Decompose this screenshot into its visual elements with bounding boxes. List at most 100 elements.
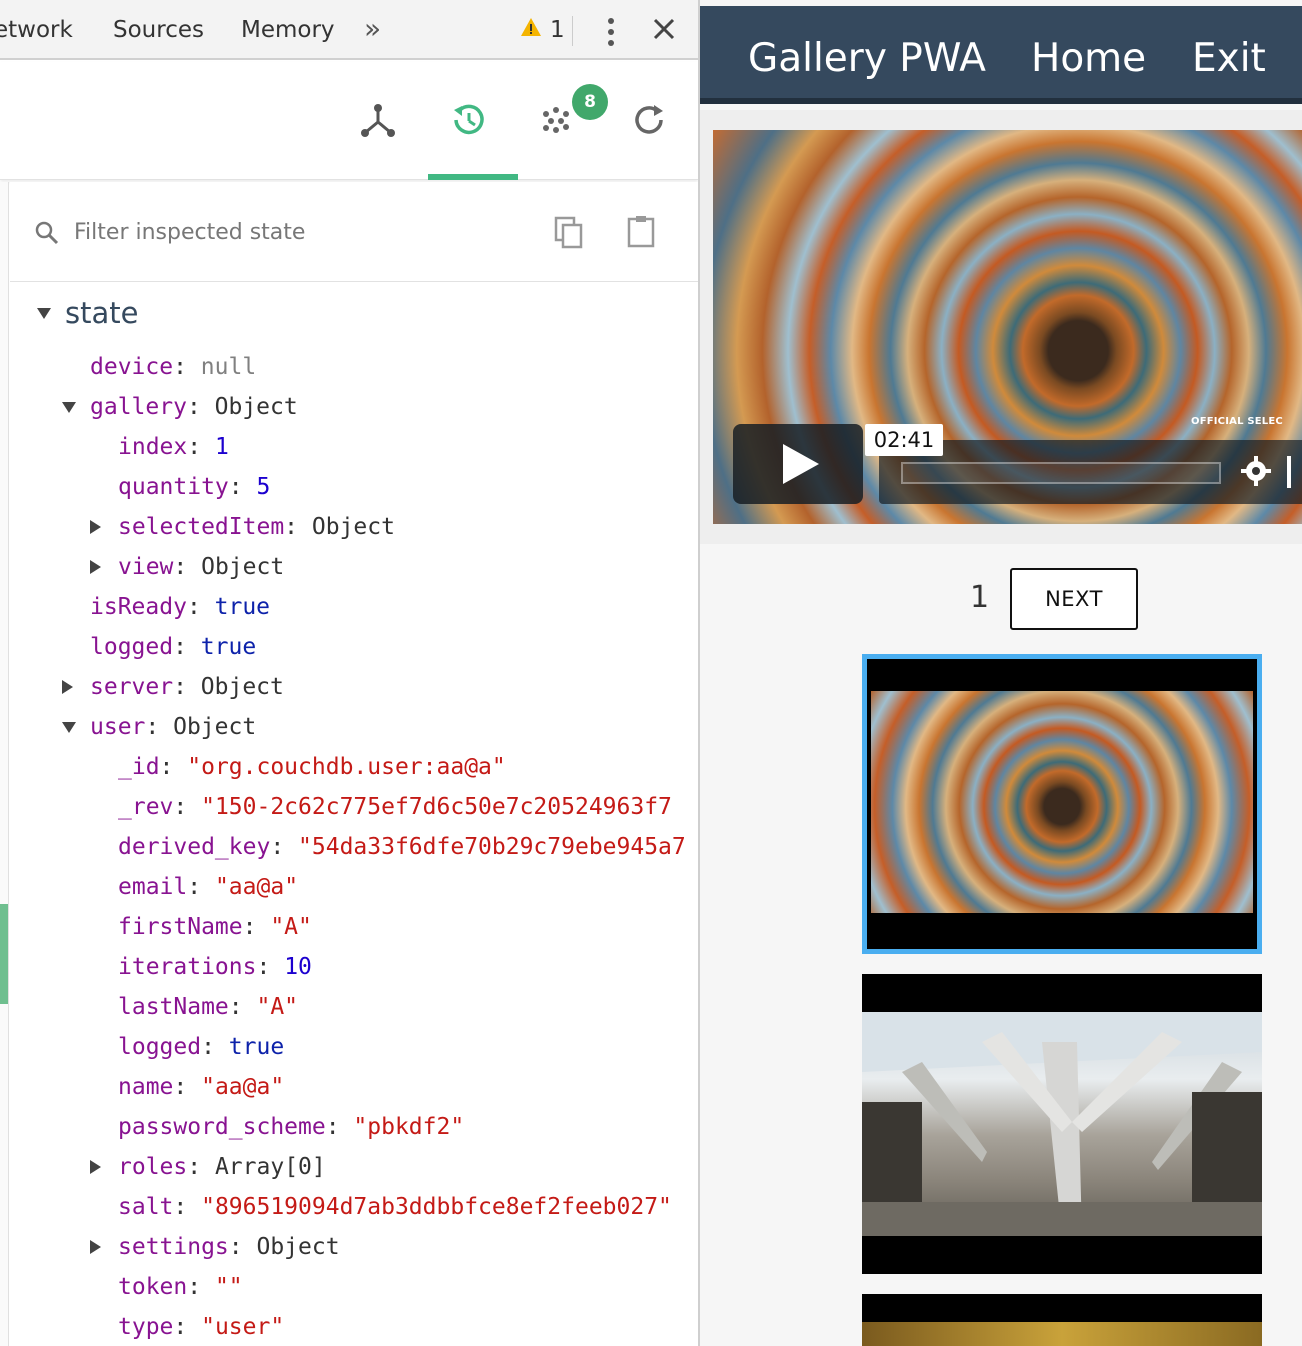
state-value: "896519094d7ab3ddbbfce8ef2feeb027": [201, 1194, 672, 1220]
video-progress-bar[interactable]: [901, 462, 1221, 484]
collapse-arrow-icon[interactable]: [62, 402, 76, 413]
key-separator: :: [228, 474, 257, 500]
kebab-menu-icon[interactable]: [606, 17, 616, 51]
key-separator: :: [187, 874, 215, 900]
thumbnail-image: [871, 691, 1253, 913]
state-key: password_scheme: [118, 1114, 326, 1140]
key-separator: :: [159, 754, 188, 780]
state-value: "org.couchdb.user:aa@a": [187, 754, 506, 780]
state-value: null: [200, 354, 257, 380]
video-section: 02:41 OFFICIAL SELEC: [700, 110, 1302, 544]
state-row-quantity: quantity: 5: [118, 467, 270, 507]
state-key: view: [118, 554, 174, 580]
play-button[interactable]: [733, 424, 863, 504]
close-devtools-icon[interactable]: [652, 14, 676, 49]
state-row--rev: _rev: "150-2c62c775ef7d6c50e7c20524963f7: [118, 787, 672, 827]
state-row-salt: salt: "896519094d7ab3ddbbfce8ef2feeb027": [118, 1187, 672, 1227]
play-icon: [783, 444, 819, 484]
collapse-arrow-icon[interactable]: [62, 722, 76, 733]
gutter-highlight: [0, 904, 8, 1004]
state-row-password-scheme: password_scheme: "pbkdf2": [118, 1107, 464, 1147]
key-separator: :: [186, 394, 215, 420]
state-key: email: [118, 874, 188, 900]
filter-bar: [10, 182, 698, 282]
gallery-thumbnail[interactable]: [862, 974, 1262, 1274]
state-key: _id: [118, 754, 160, 780]
state-key: logged: [90, 634, 174, 660]
video-time-tooltip: 02:41: [865, 424, 943, 456]
state-row-roles[interactable]: roles: Array[0]: [90, 1147, 326, 1187]
state-key: token: [118, 1274, 188, 1300]
state-row-view[interactable]: view: Object: [90, 547, 284, 587]
components-icon[interactable]: [358, 100, 398, 144]
settings-gear-icon[interactable]: [1239, 454, 1273, 492]
gallery-thumbnail[interactable]: [862, 1294, 1262, 1346]
filter-inspected-state-input[interactable]: [72, 212, 512, 252]
tab-memory[interactable]: Memory: [241, 17, 335, 43]
state-key: settings: [118, 1234, 229, 1260]
app-brand-link[interactable]: Gallery PWA: [748, 36, 986, 81]
key-separator: :: [173, 634, 201, 660]
state-key: roles: [118, 1154, 188, 1180]
gallery-app: Gallery PWA Home Exit 02:41 OFFICIAL SEL…: [700, 0, 1302, 1346]
state-value: "A": [256, 994, 299, 1020]
key-separator: :: [145, 714, 174, 740]
expand-arrow-icon[interactable]: [90, 1160, 101, 1174]
key-separator: :: [228, 1234, 257, 1260]
vue-devtools-toolbar: 8: [0, 62, 698, 180]
more-tabs-button[interactable]: »: [364, 12, 381, 45]
nav-home-link[interactable]: Home: [1031, 36, 1146, 81]
warnings-indicator[interactable]: 1: [520, 17, 565, 43]
state-key: firstName: [118, 914, 243, 940]
video-player[interactable]: 02:41 OFFICIAL SELEC: [713, 130, 1302, 524]
gallery-thumbnail-selected[interactable]: [862, 654, 1262, 954]
expand-arrow-icon[interactable]: [90, 560, 101, 574]
paste-icon[interactable]: [626, 214, 656, 252]
toolbar-divider: [572, 16, 573, 46]
state-row--id: _id: "org.couchdb.user:aa@a": [118, 747, 506, 787]
current-page-number: 1: [970, 580, 990, 615]
state-key: selectedItem: [118, 514, 285, 540]
copy-icon[interactable]: [554, 216, 584, 254]
state-row-settings[interactable]: settings: Object: [90, 1227, 340, 1267]
state-row-server[interactable]: server: Object: [62, 667, 284, 707]
state-key: logged: [118, 1034, 202, 1060]
refresh-icon[interactable]: [630, 100, 670, 144]
state-key: iterations: [118, 954, 257, 980]
state-value: 1: [214, 434, 229, 460]
devtools-panel: etwork Sources Memory » 1 8 Filter inspe…: [0, 0, 698, 1346]
nav-exit-link[interactable]: Exit: [1192, 36, 1266, 81]
state-row-isready: isReady: true: [90, 587, 270, 627]
state-row-selecteditem[interactable]: selectedItem: Object: [90, 507, 395, 547]
state-value: true: [214, 594, 271, 620]
state-value: "150-2c62c775ef7d6c50e7c20524963f7: [201, 794, 672, 820]
state-row-firstname: firstName: "A": [118, 907, 312, 947]
state-row-type: type: "user": [118, 1307, 284, 1346]
key-separator: :: [325, 1114, 354, 1140]
state-value: "user": [201, 1314, 285, 1340]
vuex-history-icon[interactable]: [448, 100, 488, 144]
key-separator: :: [201, 1034, 229, 1060]
state-row-derived-key: derived_key: "54da33f6dfe70b29c79ebe945a…: [118, 827, 686, 867]
tab-sources[interactable]: Sources: [113, 17, 204, 43]
warnings-count: 1: [550, 17, 565, 43]
state-row-gallery[interactable]: gallery: Object: [62, 387, 298, 427]
fullscreen-icon[interactable]: [1287, 456, 1295, 488]
state-value: "": [214, 1274, 243, 1300]
state-value: Object: [311, 514, 395, 540]
expand-arrow-icon[interactable]: [90, 1240, 101, 1254]
state-row-user[interactable]: user: Object: [62, 707, 256, 747]
state-value: Object: [256, 1234, 340, 1260]
state-row-name: name: "aa@a": [118, 1067, 284, 1107]
state-row-logged: logged: true: [90, 627, 256, 667]
key-separator: :: [173, 674, 201, 700]
tab-network[interactable]: etwork: [0, 17, 73, 43]
expand-arrow-icon: [37, 308, 51, 319]
key-separator: :: [242, 914, 271, 940]
state-key: server: [90, 674, 174, 700]
next-page-button[interactable]: NEXT: [1010, 568, 1138, 630]
official-selection-text: OFFICIAL SELEC: [1191, 416, 1283, 427]
expand-arrow-icon[interactable]: [62, 680, 73, 694]
state-key: quantity: [118, 474, 229, 500]
expand-arrow-icon[interactable]: [90, 520, 101, 534]
